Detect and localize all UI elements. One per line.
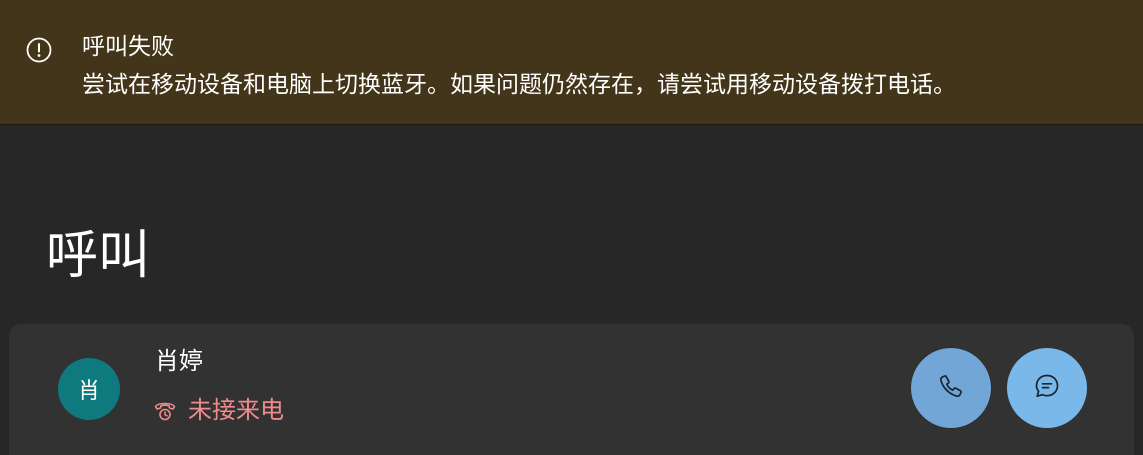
call-button[interactable] bbox=[911, 348, 991, 428]
phone-icon bbox=[937, 372, 965, 404]
avatar: 肖 bbox=[58, 358, 120, 420]
contact-name: 肖婷 bbox=[155, 347, 203, 375]
banner-title: 呼叫失败 bbox=[82, 34, 174, 60]
page-title: 呼叫 bbox=[46, 226, 151, 286]
call-list-item[interactable]: 肖 肖婷 未接来电 bbox=[9, 324, 1134, 455]
missed-call-icon bbox=[152, 397, 178, 423]
avatar-initial: 肖 bbox=[77, 379, 100, 404]
call-status: 未接来电 bbox=[152, 392, 284, 428]
message-button[interactable] bbox=[1007, 348, 1087, 428]
error-banner: 呼叫失败 尝试在移动设备和电脑上切换蓝牙。如果问题仍然存在，请尝试用移动设备拨打… bbox=[0, 0, 1143, 125]
info-circle-icon bbox=[25, 36, 53, 64]
call-status-label: 未接来电 bbox=[188, 396, 284, 424]
chat-icon bbox=[1033, 372, 1061, 404]
banner-message: 尝试在移动设备和电脑上切换蓝牙。如果问题仍然存在，请尝试用移动设备拨打电话。 bbox=[82, 72, 956, 98]
